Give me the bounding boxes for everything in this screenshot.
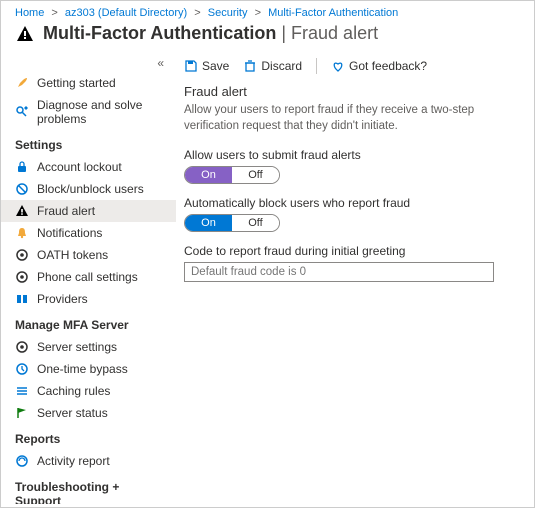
setting-allow-submit-label: Allow users to submit fraud alerts [184,148,520,162]
rocket-icon [15,76,29,90]
activity-icon [15,454,29,468]
sidebar-item-label: Server status [37,406,108,420]
sidebar-item-block-unblock[interactable]: Block/unblock users [1,178,176,200]
breadcrumb-sep: > [255,7,261,19]
breadcrumb-mfa[interactable]: Multi-Factor Authentication [268,7,398,19]
sidebar-item-account-lockout[interactable]: Account lockout [1,156,176,178]
breadcrumb-directory[interactable]: az303 (Default Directory) [65,7,187,19]
setting-fraud-code-label: Code to report fraud during initial gree… [184,244,520,258]
toggle-auto-block[interactable]: On Off [184,214,280,232]
setting-auto-block-label: Automatically block users who report fra… [184,196,520,210]
sidebar-item-caching-rules[interactable]: Caching rules [1,380,176,402]
providers-icon [15,292,29,306]
save-icon [184,59,198,73]
toolbar: Save Discard Got feedback? [184,56,520,84]
feedback-label: Got feedback? [349,59,427,73]
collapse-sidebar-button[interactable]: « [1,56,176,72]
flag-icon [15,406,29,420]
sidebar-item-label: Phone call settings [37,270,138,284]
sidebar-item-label: Account lockout [37,160,122,174]
diagnose-icon [15,105,29,119]
warning-icon [15,24,35,44]
gear-icon [15,270,29,284]
toolbar-divider [316,58,317,74]
warning-icon [15,204,29,218]
sidebar: « Getting started Diagnose and solve pro… [1,52,176,504]
main-content: Save Discard Got feedback? Fraud alert A… [176,52,534,504]
breadcrumb-home[interactable]: Home [15,7,44,19]
toggle-on[interactable]: On [185,167,232,183]
sidebar-item-label: Notifications [37,226,102,240]
block-icon [15,182,29,196]
breadcrumb-security[interactable]: Security [208,7,248,19]
sidebar-item-phone-call[interactable]: Phone call settings [1,266,176,288]
toggle-off[interactable]: Off [232,215,279,231]
page-title: Multi-Factor Authentication | Fraud aler… [43,23,378,44]
sidebar-item-label: OATH tokens [37,248,108,262]
heart-icon [331,59,345,73]
list-icon [15,384,29,398]
clock-icon [15,362,29,376]
sidebar-item-fraud-alert[interactable]: Fraud alert [1,200,176,222]
sidebar-item-label: Caching rules [37,384,110,398]
sidebar-item-diagnose[interactable]: Diagnose and solve problems [1,94,176,130]
section-heading: Fraud alert [184,84,520,99]
sidebar-item-getting-started[interactable]: Getting started [1,72,176,94]
breadcrumb-sep: > [194,7,200,19]
sidebar-item-label: Providers [37,292,88,306]
toggle-off[interactable]: Off [232,167,279,183]
trash-icon [243,59,257,73]
sidebar-item-one-time-bypass[interactable]: One-time bypass [1,358,176,380]
toggle-allow-submit[interactable]: On Off [184,166,280,184]
save-label: Save [202,59,229,73]
page-title-row: Multi-Factor Authentication | Fraud aler… [1,21,534,52]
sidebar-section-support: Troubleshooting + Support [1,472,176,504]
sidebar-item-label: Diagnose and solve problems [37,98,166,126]
feedback-button[interactable]: Got feedback? [331,59,427,73]
sidebar-item-oath-tokens[interactable]: OATH tokens [1,244,176,266]
sidebar-section-mfa: Manage MFA Server [1,310,176,336]
sidebar-item-label: Getting started [37,76,116,90]
section-description: Allow your users to report fraud if they… [184,103,520,134]
sidebar-section-settings: Settings [1,130,176,156]
sidebar-item-notifications[interactable]: Notifications [1,222,176,244]
gear-icon [15,340,29,354]
sidebar-section-reports: Reports [1,424,176,450]
lock-icon [15,160,29,174]
sidebar-item-label: Activity report [37,454,110,468]
toggle-on[interactable]: On [185,215,232,231]
sidebar-item-server-settings[interactable]: Server settings [1,336,176,358]
sidebar-item-server-status[interactable]: Server status [1,402,176,424]
sidebar-item-label: Fraud alert [37,204,95,218]
sidebar-item-label: Server settings [37,340,117,354]
breadcrumb: Home > az303 (Default Directory) > Secur… [1,1,534,21]
sidebar-item-label: Block/unblock users [37,182,144,196]
breadcrumb-sep: > [51,7,57,19]
discard-label: Discard [261,59,302,73]
bell-icon [15,226,29,240]
save-button[interactable]: Save [184,59,229,73]
sidebar-item-providers[interactable]: Providers [1,288,176,310]
fraud-code-input[interactable] [184,262,494,282]
gear-icon [15,248,29,262]
sidebar-item-label: One-time bypass [37,362,128,376]
sidebar-item-activity-report[interactable]: Activity report [1,450,176,472]
discard-button[interactable]: Discard [243,59,302,73]
